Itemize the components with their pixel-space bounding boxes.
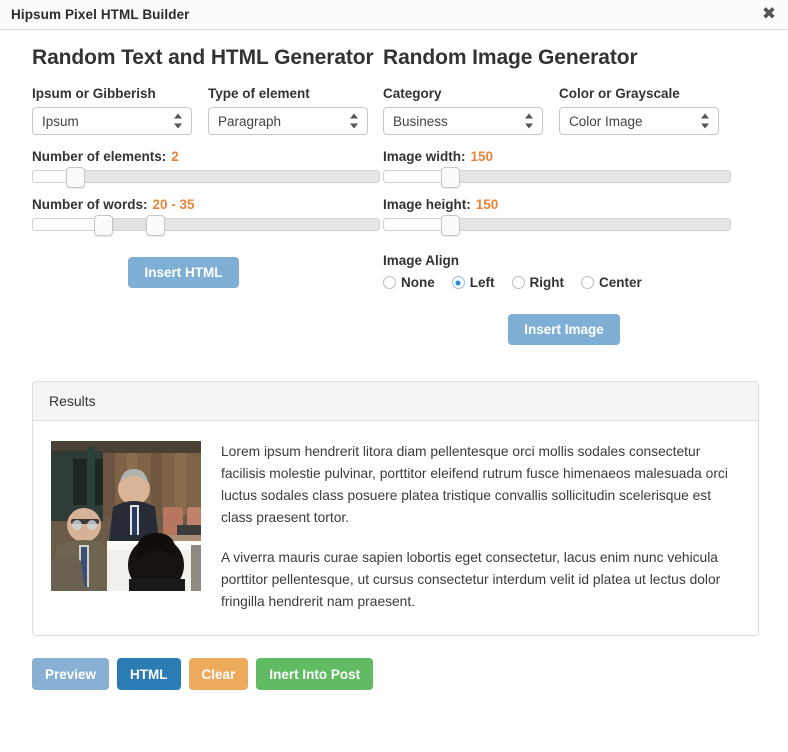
ipsum-or-gibberish-value: Ipsum [42,113,79,129]
generator-columns: Random Text and HTML Generator Ipsum or … [0,30,788,345]
radio-unchecked-icon[interactable] [581,276,594,289]
action-buttons: Preview HTML Clear Inert Into Post [0,636,788,690]
clear-button[interactable]: Clear [188,658,249,690]
text-generator-title: Random Text and HTML Generator [32,46,374,69]
number-of-elements-label: Number of elements: 2 [32,149,375,164]
image-align-radio-right[interactable]: Right [511,275,565,290]
preview-button[interactable]: Preview [32,658,110,690]
color-or-grayscale-field: Color or Grayscale Color Image [559,86,719,135]
image-align-radio-none[interactable]: None [383,275,435,290]
window-titlebar: Hipsum Pixel HTML Builder ✖ [0,0,788,30]
html-button[interactable]: HTML [117,658,181,690]
generated-image [51,441,201,591]
window-title: Hipsum Pixel HTML Builder [11,7,190,22]
close-icon[interactable]: ✖ [759,5,779,25]
slider-handle-low[interactable] [93,215,113,236]
image-generator-panel: Random Image Generator Category Business… [375,46,775,345]
slider-filled-track [33,219,99,230]
image-height-text: Image height: [383,197,471,212]
color-or-grayscale-label: Color or Grayscale [559,86,680,101]
image-align-radio-label: Center [599,275,642,290]
number-of-elements-value: 2 [171,149,179,164]
chevron-updown-icon [524,113,533,129]
color-or-grayscale-value: Color Image [569,113,643,129]
result-paragraph: Lorem ipsum hendrerit litora diam pellen… [221,444,728,525]
image-height-slider[interactable] [383,215,731,236]
slider-filled-track [384,219,447,230]
number-of-elements-text: Number of elements: [32,149,167,164]
number-of-words-block: Number of words: 20 - 35 [32,197,380,236]
generated-text: Lorem ipsum hendrerit litora diam pellen… [221,441,736,613]
image-height-value: 150 [475,197,499,212]
image-align-label: Image Align [383,253,460,268]
number-of-words-slider[interactable] [32,215,380,236]
insert-image-button[interactable]: Insert Image [508,314,620,345]
category-select[interactable]: Business [383,107,543,135]
chevron-updown-icon [700,113,709,129]
type-of-element-select[interactable]: Paragraph [208,107,368,135]
radio-unchecked-icon[interactable] [511,276,525,289]
chevron-updown-icon [173,113,182,129]
image-width-slider[interactable] [383,167,731,188]
ipsum-or-gibberish-field: Ipsum or Gibberish Ipsum [32,86,192,135]
image-width-value: 150 [470,149,494,164]
results-heading: Results [33,382,758,421]
image-width-label: Image width: 150 [383,149,775,164]
image-align-radio-label: Left [469,275,495,290]
text-generator-fields: Ipsum or Gibberish Ipsum Type of element… [32,86,375,135]
results-body: Lorem ipsum hendrerit litora diam pellen… [33,421,758,635]
number-of-elements-slider[interactable] [32,167,380,188]
radio-unchecked-icon[interactable] [383,276,396,289]
insert-html-container: Insert HTML [32,257,375,288]
slider-handle[interactable] [441,167,461,188]
text-generator-panel: Random Text and HTML Generator Ipsum or … [0,46,380,345]
type-of-element-value: Paragraph [218,113,282,129]
image-align-radio-center[interactable]: Center [581,275,642,290]
ipsum-or-gibberish-label: Ipsum or Gibberish [32,86,156,101]
results-panel: Results Lorem ipsum hendrerit litora dia… [32,381,759,636]
slider-handle[interactable] [441,215,461,236]
business-meeting-photo [51,441,201,591]
number-of-words-value: 20 - 35 [152,197,195,212]
image-align-radio-label: None [401,275,435,290]
image-width-block: Image width: 150 [383,149,775,188]
category-value: Business [393,113,448,129]
insert-image-container: Insert Image [383,314,775,345]
color-or-grayscale-select[interactable]: Color Image [559,107,719,135]
image-height-block: Image height: 150 [383,197,775,236]
number-of-words-text: Number of words: [32,197,148,212]
slider-filled-track [384,171,447,182]
image-generator-fields: Category Business Color or Grayscale Col… [383,86,775,135]
category-field: Category Business [383,86,543,135]
image-height-label: Image height: 150 [383,197,775,212]
slider-handle-high[interactable] [145,215,165,236]
number-of-words-label: Number of words: 20 - 35 [32,197,375,212]
category-label: Category [383,86,442,101]
radio-checked-icon[interactable] [451,276,465,289]
inert-into-post-button[interactable]: Inert Into Post [256,658,374,690]
type-of-element-field: Type of element Paragraph [208,86,368,135]
number-of-elements-block: Number of elements: 2 [32,149,380,188]
image-align-radio-left[interactable]: Left [451,275,495,290]
insert-html-button[interactable]: Insert HTML [128,257,239,288]
image-align-radio-group: None Left Right Center [383,275,775,290]
slider-handle[interactable] [66,167,86,188]
image-align-radio-label: Right [529,275,565,290]
image-width-text: Image width: [383,149,466,164]
ipsum-or-gibberish-select[interactable]: Ipsum [32,107,192,135]
image-generator-title: Random Image Generator [383,46,638,69]
type-of-element-label: Type of element [208,86,310,101]
chevron-updown-icon [349,113,358,129]
result-paragraph: A viverra mauris curae sapien lobortis e… [221,550,721,609]
